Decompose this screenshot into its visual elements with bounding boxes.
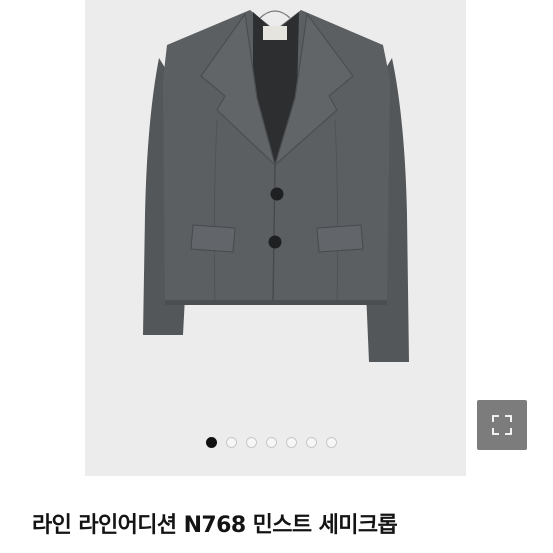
gallery-dot[interactable] (226, 437, 237, 448)
gallery-pagination (0, 437, 553, 451)
gallery-dot[interactable] (246, 437, 257, 448)
gallery-dot[interactable] (286, 437, 297, 448)
expand-icon (492, 415, 512, 435)
gallery-dot[interactable] (306, 437, 317, 448)
product-image-area[interactable] (85, 0, 466, 476)
jacket-image (143, 10, 409, 362)
gallery-dot[interactable] (326, 437, 337, 448)
product-title: 라인 라인어디션 N768 민스트 세미크롭 (32, 513, 398, 538)
gallery-dot[interactable] (266, 437, 277, 448)
gallery-dot[interactable] (206, 437, 217, 448)
